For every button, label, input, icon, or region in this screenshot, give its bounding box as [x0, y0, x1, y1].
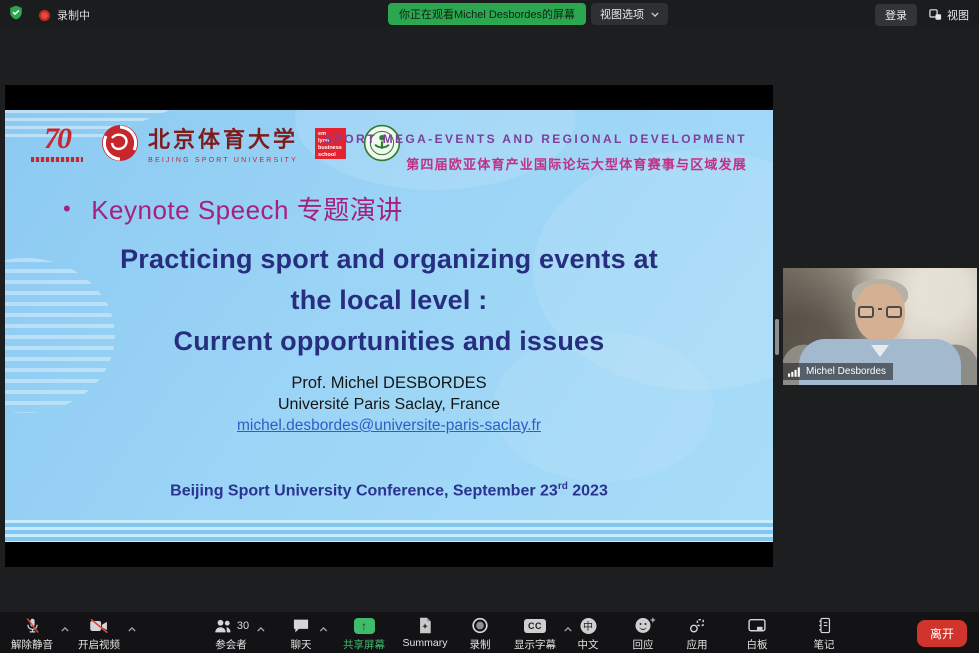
- captions-button[interactable]: CC 显示字幕: [514, 616, 556, 652]
- watching-banner: 你正在观看Michel Desbordes的屏幕: [388, 3, 586, 25]
- encryption-shield-icon[interactable]: [9, 5, 23, 25]
- language-label: 中文: [578, 639, 599, 651]
- slide-conference-header: SPORT MEGA-EVENTS AND REGIONAL DEVELOPME…: [324, 132, 748, 173]
- recording-dot-icon: [39, 10, 50, 21]
- slide-title-line1: Practicing sport and organizing events a…: [5, 239, 773, 280]
- topbar-center: 你正在观看Michel Desbordes的屏幕 视图选项: [388, 3, 668, 25]
- share-screen-button[interactable]: ↑ 共享屏幕: [343, 616, 385, 652]
- meeting-topbar: 录制中 你正在观看Michel Desbordes的屏幕 视图选项 登录 视图: [0, 0, 979, 26]
- slide-deco-bottom-stripes: [5, 520, 773, 542]
- topbar-right: 登录 视图: [875, 4, 969, 26]
- bsu-english-name: BEIJING SPORT UNIVERSITY: [148, 157, 298, 164]
- presentation-slide: 70 北京体育大学 BEIJING SPORT UNIVERSITY em ly…: [5, 110, 773, 542]
- language-button[interactable]: 中 中文: [578, 616, 599, 652]
- signin-button[interactable]: 登录: [875, 4, 917, 26]
- start-video-label: 开启视频: [78, 639, 120, 651]
- slide-title-line3: Current opportunities and issues: [5, 321, 773, 362]
- notes-label: 笔记: [814, 639, 835, 651]
- speaker-block: Prof. Michel DESBORDES Université Paris …: [5, 373, 773, 436]
- summary-document-icon: [418, 617, 433, 634]
- slide-title: Practicing sport and organizing events a…: [5, 239, 773, 362]
- whiteboard-icon: [748, 618, 767, 634]
- portrait-collar: [871, 345, 889, 357]
- participants-label: 参会者: [215, 639, 247, 651]
- meeting-toolbar: 解除静音 开启视频 30 参会者 聊天 ↑ 共享屏幕 Summary: [0, 612, 979, 653]
- apps-button[interactable]: 应用: [687, 616, 708, 652]
- camera-off-icon: [89, 618, 109, 634]
- participant-name-tag: Michel Desbordes: [783, 363, 893, 380]
- participants-options-chevron[interactable]: [257, 623, 265, 635]
- chat-options-chevron[interactable]: [320, 623, 328, 635]
- view-options-label: 视图选项: [600, 6, 644, 22]
- footer-ordinal: rd: [558, 481, 568, 492]
- recording-label: 录制中: [57, 7, 90, 23]
- bsu-text: 北京体育大学 BEIJING SPORT UNIVERSITY: [148, 122, 298, 164]
- view-button-label: 视图: [947, 7, 969, 23]
- record-circle-icon: [472, 617, 489, 634]
- anniversary-70-caption: [31, 157, 83, 162]
- speaker-name: Prof. Michel DESBORDES: [5, 373, 773, 394]
- video-panel-drag-handle[interactable]: [775, 319, 779, 355]
- record-label: 录制: [470, 639, 491, 651]
- whiteboard-label: 白板: [747, 639, 768, 651]
- start-video-button[interactable]: 开启视频: [78, 616, 120, 652]
- apps-icon: [689, 617, 706, 634]
- leave-meeting-button[interactable]: 离开: [917, 620, 967, 647]
- view-options-button[interactable]: 视图选项: [591, 3, 668, 25]
- summary-button[interactable]: Summary: [403, 616, 448, 649]
- beijing-sport-university-logo: 北京体育大学 BEIJING SPORT UNIVERSITY: [100, 122, 298, 164]
- anniversary-70-number: 70: [31, 124, 83, 154]
- signal-bars-icon: [788, 366, 801, 377]
- bsu-chinese-name: 北京体育大学: [148, 122, 298, 154]
- speaker-email-link[interactable]: michel.desbordes@universite-paris-saclay…: [237, 417, 541, 434]
- chat-label: 聊天: [291, 639, 312, 651]
- whiteboard-button[interactable]: 白板: [747, 616, 768, 652]
- reactions-label: 回应: [633, 639, 654, 651]
- microphone-off-icon: [24, 617, 41, 634]
- view-layout-icon: [929, 9, 942, 21]
- participants-count: 30: [237, 620, 249, 632]
- glasses-icon: [858, 306, 902, 318]
- captions-label: 显示字幕: [514, 639, 556, 651]
- video-options-chevron[interactable]: [128, 623, 136, 635]
- unmute-label: 解除静音: [11, 639, 53, 651]
- unmute-button[interactable]: 解除静音: [11, 616, 53, 652]
- record-button[interactable]: 录制: [470, 616, 491, 652]
- topbar-left: 录制中: [9, 5, 90, 25]
- view-button[interactable]: 视图: [929, 7, 969, 23]
- keynote-heading: • Keynote Speech 专题演讲: [63, 190, 403, 227]
- shared-screen-area: 70 北京体育大学 BEIJING SPORT UNIVERSITY em ly…: [5, 85, 773, 567]
- chinese-language-icon: 中: [580, 618, 596, 634]
- chat-bubble-icon: [293, 618, 310, 634]
- recording-indicator: 录制中: [39, 7, 90, 23]
- closed-captions-icon: CC: [524, 619, 546, 633]
- reactions-smiley-icon: +: [636, 618, 651, 633]
- participants-icon: [213, 618, 233, 634]
- bsu-swirl-icon: [100, 123, 140, 163]
- footer-year: 2023: [568, 482, 608, 499]
- participant-name: Michel Desbordes: [806, 366, 886, 377]
- conference-title-en: SPORT MEGA-EVENTS AND REGIONAL DEVELOPME…: [324, 132, 748, 146]
- slide-title-line2: the local level :: [5, 280, 773, 321]
- anniversary-70-logo: 70: [31, 124, 83, 162]
- summary-label: Summary: [403, 637, 448, 649]
- reactions-button[interactable]: + 回应: [633, 616, 654, 652]
- chat-button[interactable]: 聊天: [291, 616, 312, 652]
- conference-title-cn: 第四届欧亚体育产业国际论坛大型体育赛事与区域发展: [324, 154, 748, 173]
- unmute-options-chevron[interactable]: [61, 623, 69, 635]
- notes-icon: [817, 617, 831, 634]
- apps-label: 应用: [687, 639, 708, 651]
- captions-options-chevron[interactable]: [564, 623, 572, 635]
- share-screen-label: 共享屏幕: [343, 639, 385, 651]
- share-screen-icon: ↑: [354, 618, 375, 634]
- participants-button[interactable]: 30 参会者: [213, 616, 249, 652]
- slide-footer: Beijing Sport University Conference, Sep…: [5, 481, 773, 500]
- bullet-icon: •: [63, 196, 71, 222]
- notes-button[interactable]: 笔记: [814, 616, 835, 652]
- chevron-down-icon: [651, 12, 659, 17]
- speaker-affiliation: Université Paris Saclay, France: [5, 394, 773, 415]
- keynote-text: Keynote Speech 专题演讲: [91, 190, 403, 227]
- footer-text: Beijing Sport University Conference, Sep…: [170, 482, 558, 499]
- participant-video-tile[interactable]: Michel Desbordes: [783, 268, 977, 385]
